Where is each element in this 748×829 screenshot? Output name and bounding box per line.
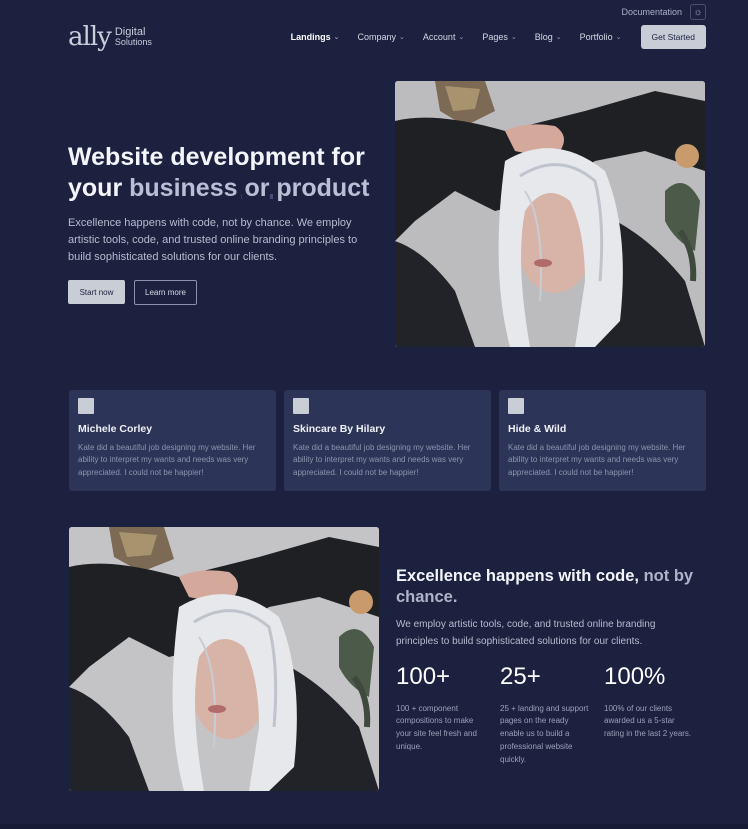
testimonial-name: Hide & Wild bbox=[508, 423, 567, 435]
get-started-button[interactable]: Get Started bbox=[640, 25, 706, 49]
documentation-link[interactable]: Documentation bbox=[621, 7, 682, 17]
sun-icon[interactable]: ☼ bbox=[690, 4, 706, 20]
nav-label: Landings bbox=[290, 32, 331, 42]
hero-title-prefix: your bbox=[68, 173, 130, 202]
stat-label: 100 + component compositions to make you… bbox=[396, 703, 477, 752]
nav-label: Company bbox=[357, 32, 397, 42]
nav-item-portfolio[interactable]: Portfolio ⌄ bbox=[571, 32, 631, 42]
chevron-down-icon: ⌄ bbox=[615, 34, 622, 41]
chevron-down-icon: ⌄ bbox=[458, 34, 465, 41]
stat-label: 100% of our clients awarded us a 5-star … bbox=[604, 703, 692, 739]
hero-title-line-1: Website development for bbox=[68, 143, 365, 171]
testimonial-quote: Kate did a beautiful job designing my we… bbox=[293, 443, 471, 477]
top-bar: Documentation ☼ bbox=[621, 4, 706, 20]
nav-label: Portfolio bbox=[579, 32, 613, 42]
feature-section: Excellence happens with code, not by cha… bbox=[396, 566, 696, 767]
nav-label: Blog bbox=[534, 32, 553, 42]
page-bottom-divider bbox=[0, 824, 748, 829]
testimonial-name: Skincare By Hilary bbox=[293, 423, 386, 435]
nav-label: Account bbox=[422, 32, 456, 42]
logo-line-2: Solutions bbox=[114, 37, 152, 47]
stat-item: 25+ 25 + landing and support pages on th… bbox=[500, 663, 592, 766]
logo[interactable]: ally Digital Solutions bbox=[68, 24, 152, 50]
nav-item-account[interactable]: Account ⌄ bbox=[414, 32, 473, 42]
stat-item: 100% 100% of our clients awarded us a 5-… bbox=[604, 663, 696, 766]
stat-value: 25+ bbox=[500, 663, 541, 691]
nav-item-blog[interactable]: Blog ⌄ bbox=[526, 32, 571, 42]
feature-title-main: Excellence happens with code, bbox=[396, 567, 644, 585]
avatar bbox=[78, 398, 94, 414]
main-nav: Landings ⌄ Company ⌄ Account ⌄ Pages ⌄ Blog ⌄… bbox=[282, 25, 706, 49]
feature-image bbox=[69, 527, 379, 791]
stat-value: 100% bbox=[604, 663, 666, 691]
nav-item-landings[interactable]: Landings ⌄ bbox=[282, 32, 349, 42]
stat-value: 100+ bbox=[396, 663, 451, 691]
testimonial-name: Michele Corley bbox=[78, 423, 153, 435]
logo-mark: ally bbox=[68, 22, 112, 52]
feature-title: Excellence happens with code, not by cha… bbox=[396, 566, 696, 607]
avatar bbox=[508, 398, 524, 414]
testimonial-quote: Kate did a beautiful job designing my we… bbox=[78, 443, 256, 477]
testimonials: Michele Corley Kate did a beautiful job … bbox=[69, 390, 706, 491]
stat-item: 100+ 100 + component compositions to mak… bbox=[396, 663, 488, 766]
testimonial-card: Michele Corley Kate did a beautiful job … bbox=[69, 390, 276, 491]
logo-wordmark: Digital Solutions bbox=[115, 27, 152, 47]
chevron-down-icon: ⌄ bbox=[510, 34, 517, 41]
site-header: ally Digital Solutions Landings ⌄ Company… bbox=[68, 22, 706, 52]
nav-item-company[interactable]: Company ⌄ bbox=[349, 32, 414, 42]
testimonial-quote: Kate did a beautiful job designing my we… bbox=[508, 443, 686, 477]
nav-item-pages[interactable]: Pages ⌄ bbox=[473, 32, 525, 42]
hero-image bbox=[395, 81, 705, 347]
start-now-button[interactable]: Start now bbox=[68, 280, 125, 305]
chevron-down-icon: ⌄ bbox=[333, 34, 340, 41]
testimonial-card: Skincare By Hilary Kate did a beautiful … bbox=[284, 390, 491, 491]
chevron-down-icon: ⌄ bbox=[555, 34, 562, 41]
avatar bbox=[293, 398, 309, 414]
chevron-down-icon: ⌄ bbox=[399, 34, 405, 41]
testimonial-card: Hide & Wild Kate did a beautiful job des… bbox=[499, 390, 706, 491]
feature-description: We employ artistic tools, code, and trus… bbox=[396, 619, 656, 647]
hero-actions: Start now Learn more bbox=[68, 280, 378, 306]
stats: 100+ 100 + component compositions to mak… bbox=[396, 663, 696, 766]
learn-more-button[interactable]: Learn more bbox=[134, 280, 197, 306]
nav-label: Pages bbox=[482, 32, 508, 42]
stat-label: 25 + landing and support pages on the re… bbox=[500, 703, 589, 764]
hero-section: Website development for your business or… bbox=[68, 142, 378, 306]
hero-title-accent: business or product bbox=[129, 173, 370, 202]
hero-description: Excellence happens with code, not by cha… bbox=[68, 217, 358, 264]
hero-title: Website development for your business or… bbox=[68, 142, 378, 203]
